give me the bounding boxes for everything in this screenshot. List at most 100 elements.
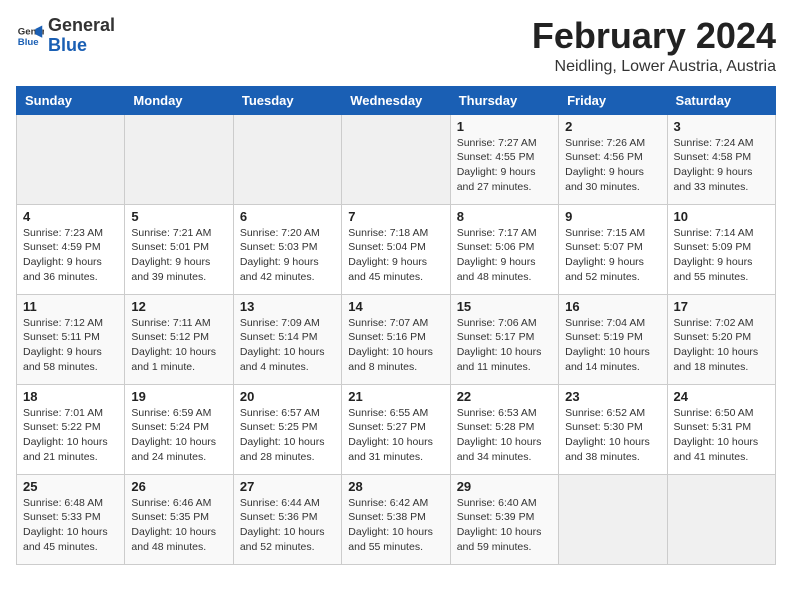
calendar-cell: 17 Sunrise: 7:02 AMSunset: 5:20 PMDayligh… bbox=[667, 294, 775, 384]
day-info: Sunrise: 7:01 AMSunset: 5:22 PMDaylight:… bbox=[23, 406, 118, 465]
day-info: Sunrise: 7:09 AMSunset: 5:14 PMDaylight:… bbox=[240, 316, 335, 375]
calendar-cell: 8 Sunrise: 7:17 AMSunset: 5:06 PMDaylight… bbox=[450, 204, 558, 294]
calendar-cell: 29 Sunrise: 6:40 AMSunset: 5:39 PMDayligh… bbox=[450, 474, 558, 564]
week-row-1: 1Sunrise: 7:27 AMSunset: 4:55 PMDaylight… bbox=[17, 114, 776, 204]
week-row-5: 25 Sunrise: 6:48 AMSunset: 5:33 PMDayligh… bbox=[17, 474, 776, 564]
day-info: Sunrise: 7:20 AMSunset: 5:03 PMDaylight:… bbox=[240, 226, 335, 285]
day-info: Sunrise: 7:06 AMSunset: 5:17 PMDaylight:… bbox=[457, 316, 552, 375]
calendar-cell: 6Sunrise: 7:20 AMSunset: 5:03 PMDaylight… bbox=[233, 204, 341, 294]
day-info: Sunrise: 6:50 AMSunset: 5:31 PMDaylight:… bbox=[674, 406, 769, 465]
calendar-cell: 11 Sunrise: 7:12 AMSunset: 5:11 PMDayligh… bbox=[17, 294, 125, 384]
location-subtitle: Neidling, Lower Austria, Austria bbox=[532, 58, 776, 76]
day-number: 24 bbox=[674, 389, 769, 404]
day-info: Sunrise: 7:24 AMSunset: 4:58 PMDaylight:… bbox=[674, 136, 769, 195]
day-info: Sunrise: 7:12 AMSunset: 5:11 PMDaylight:… bbox=[23, 316, 118, 375]
day-info: Sunrise: 7:07 AMSunset: 5:16 PMDaylight:… bbox=[348, 316, 443, 375]
calendar-cell bbox=[125, 114, 233, 204]
calendar-cell: 20Sunrise: 6:57 AMSunset: 5:25 PMDayligh… bbox=[233, 384, 341, 474]
calendar-cell bbox=[342, 114, 450, 204]
day-info: Sunrise: 6:59 AMSunset: 5:24 PMDaylight:… bbox=[131, 406, 226, 465]
day-info: Sunrise: 7:26 AMSunset: 4:56 PMDaylight:… bbox=[565, 136, 660, 195]
logo-icon: General Blue bbox=[16, 22, 44, 50]
week-row-4: 18 Sunrise: 7:01 AMSunset: 5:22 PMDayligh… bbox=[17, 384, 776, 474]
calendar-cell: 16Sunrise: 7:04 AMSunset: 5:19 PMDayligh… bbox=[559, 294, 667, 384]
calendar-cell: 28 Sunrise: 6:42 AMSunset: 5:38 PMDayligh… bbox=[342, 474, 450, 564]
calendar-cell: 23 Sunrise: 6:52 AMSunset: 5:30 PMDayligh… bbox=[559, 384, 667, 474]
calendar-cell: 5 Sunrise: 7:21 AMSunset: 5:01 PMDaylight… bbox=[125, 204, 233, 294]
weekday-header-wednesday: Wednesday bbox=[342, 86, 450, 114]
calendar-cell: 25 Sunrise: 6:48 AMSunset: 5:33 PMDayligh… bbox=[17, 474, 125, 564]
day-info: Sunrise: 6:40 AMSunset: 5:39 PMDaylight:… bbox=[457, 496, 552, 555]
day-info: Sunrise: 7:15 AMSunset: 5:07 PMDaylight:… bbox=[565, 226, 660, 285]
day-number: 29 bbox=[457, 479, 552, 494]
calendar-cell: 4Sunrise: 7:23 AMSunset: 4:59 PMDaylight… bbox=[17, 204, 125, 294]
day-info: Sunrise: 7:18 AMSunset: 5:04 PMDaylight:… bbox=[348, 226, 443, 285]
day-info: Sunrise: 6:44 AMSunset: 5:36 PMDaylight:… bbox=[240, 496, 335, 555]
day-info: Sunrise: 7:02 AMSunset: 5:20 PMDaylight:… bbox=[674, 316, 769, 375]
day-info: Sunrise: 7:21 AMSunset: 5:01 PMDaylight:… bbox=[131, 226, 226, 285]
day-number: 1 bbox=[457, 119, 552, 134]
weekday-header-row: SundayMondayTuesdayWednesdayThursdayFrid… bbox=[17, 86, 776, 114]
day-number: 18 bbox=[23, 389, 118, 404]
calendar-cell bbox=[667, 474, 775, 564]
calendar-cell bbox=[17, 114, 125, 204]
calendar-cell: 26Sunrise: 6:46 AMSunset: 5:35 PMDayligh… bbox=[125, 474, 233, 564]
day-number: 10 bbox=[674, 209, 769, 224]
day-info: Sunrise: 6:46 AMSunset: 5:35 PMDaylight:… bbox=[131, 496, 226, 555]
day-number: 27 bbox=[240, 479, 335, 494]
calendar-cell: 12Sunrise: 7:11 AMSunset: 5:12 PMDayligh… bbox=[125, 294, 233, 384]
day-number: 17 bbox=[674, 299, 769, 314]
day-number: 23 bbox=[565, 389, 660, 404]
day-info: Sunrise: 6:42 AMSunset: 5:38 PMDaylight:… bbox=[348, 496, 443, 555]
day-number: 4 bbox=[23, 209, 118, 224]
day-number: 19 bbox=[131, 389, 226, 404]
weekday-header-tuesday: Tuesday bbox=[233, 86, 341, 114]
day-number: 22 bbox=[457, 389, 552, 404]
day-number: 28 bbox=[348, 479, 443, 494]
calendar-cell: 2 Sunrise: 7:26 AMSunset: 4:56 PMDaylight… bbox=[559, 114, 667, 204]
calendar-cell: 22 Sunrise: 6:53 AMSunset: 5:28 PMDayligh… bbox=[450, 384, 558, 474]
day-number: 14 bbox=[348, 299, 443, 314]
calendar-cell: 10 Sunrise: 7:14 AMSunset: 5:09 PMDayligh… bbox=[667, 204, 775, 294]
weekday-header-monday: Monday bbox=[125, 86, 233, 114]
day-info: Sunrise: 7:17 AMSunset: 5:06 PMDaylight:… bbox=[457, 226, 552, 285]
calendar-cell: 24 Sunrise: 6:50 AMSunset: 5:31 PMDayligh… bbox=[667, 384, 775, 474]
day-number: 13 bbox=[240, 299, 335, 314]
day-number: 2 bbox=[565, 119, 660, 134]
month-title: February 2024 bbox=[532, 16, 776, 56]
day-number: 11 bbox=[23, 299, 118, 314]
day-number: 20 bbox=[240, 389, 335, 404]
calendar-cell: 13 Sunrise: 7:09 AMSunset: 5:14 PMDayligh… bbox=[233, 294, 341, 384]
calendar-cell: 27 Sunrise: 6:44 AMSunset: 5:36 PMDayligh… bbox=[233, 474, 341, 564]
day-info: Sunrise: 7:14 AMSunset: 5:09 PMDaylight:… bbox=[674, 226, 769, 285]
calendar-cell: 19 Sunrise: 6:59 AMSunset: 5:24 PMDayligh… bbox=[125, 384, 233, 474]
weekday-header-saturday: Saturday bbox=[667, 86, 775, 114]
day-info: Sunrise: 6:53 AMSunset: 5:28 PMDaylight:… bbox=[457, 406, 552, 465]
weekday-header-friday: Friday bbox=[559, 86, 667, 114]
day-number: 12 bbox=[131, 299, 226, 314]
calendar-cell bbox=[559, 474, 667, 564]
day-number: 8 bbox=[457, 209, 552, 224]
calendar-cell: 9 Sunrise: 7:15 AMSunset: 5:07 PMDaylight… bbox=[559, 204, 667, 294]
day-number: 5 bbox=[131, 209, 226, 224]
weekday-header-thursday: Thursday bbox=[450, 86, 558, 114]
week-row-3: 11 Sunrise: 7:12 AMSunset: 5:11 PMDayligh… bbox=[17, 294, 776, 384]
day-number: 9 bbox=[565, 209, 660, 224]
day-number: 3 bbox=[674, 119, 769, 134]
day-number: 15 bbox=[457, 299, 552, 314]
logo-blue-text: Blue bbox=[48, 35, 87, 55]
logo: General Blue General Blue bbox=[16, 16, 115, 56]
day-info: Sunrise: 7:04 AMSunset: 5:19 PMDaylight:… bbox=[565, 316, 660, 375]
calendar-cell: 15 Sunrise: 7:06 AMSunset: 5:17 PMDayligh… bbox=[450, 294, 558, 384]
day-number: 21 bbox=[348, 389, 443, 404]
calendar-cell: 18 Sunrise: 7:01 AMSunset: 5:22 PMDayligh… bbox=[17, 384, 125, 474]
logo-general-text: General bbox=[48, 15, 115, 35]
title-area: February 2024 Neidling, Lower Austria, A… bbox=[532, 16, 776, 76]
calendar-cell bbox=[233, 114, 341, 204]
svg-text:Blue: Blue bbox=[18, 37, 39, 48]
day-number: 25 bbox=[23, 479, 118, 494]
day-info: Sunrise: 6:52 AMSunset: 5:30 PMDaylight:… bbox=[565, 406, 660, 465]
calendar-cell: 14 Sunrise: 7:07 AMSunset: 5:16 PMDayligh… bbox=[342, 294, 450, 384]
weekday-header-sunday: Sunday bbox=[17, 86, 125, 114]
day-info: Sunrise: 6:48 AMSunset: 5:33 PMDaylight:… bbox=[23, 496, 118, 555]
